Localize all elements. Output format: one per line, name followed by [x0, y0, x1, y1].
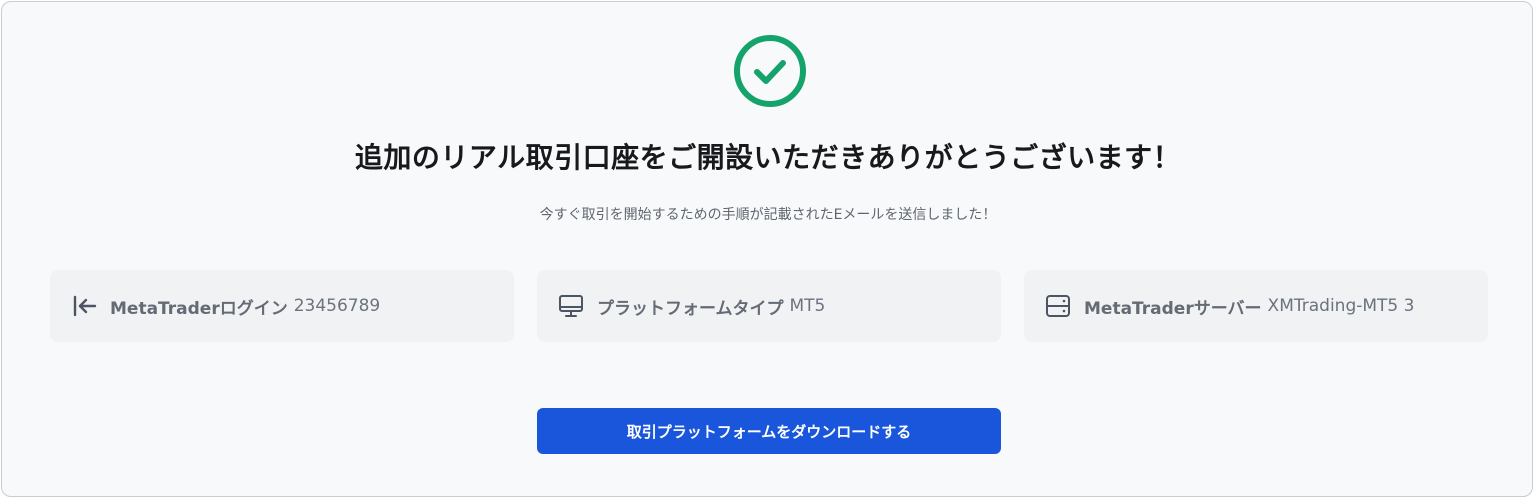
page-title: 追加のリアル取引口座をご開設いただきありがとうございます！: [354, 141, 1182, 174]
info-box-server: MetaTraderサーバー XMTrading-MT5 3: [1024, 270, 1488, 342]
server-label: MetaTraderサーバー: [1084, 298, 1262, 319]
info-box-login: MetaTraderログイン 23456789: [50, 270, 514, 342]
server-icon: [1044, 292, 1072, 320]
platform-value: MT5: [789, 296, 826, 316]
platform-label: プラットフォームタイプ: [597, 298, 784, 319]
download-platform-button[interactable]: 取引プラットフォームをダウンロードする: [537, 408, 1001, 454]
success-card: 追加のリアル取引口座をご開設いただきありがとうございます！ 今すぐ取引を開始する…: [1, 1, 1533, 497]
desktop-monitor-icon: [557, 292, 585, 320]
login-value: 23456789: [293, 296, 381, 316]
page-subtitle: 今すぐ取引を開始するための手順が記載されたEメールを送信しました！: [539, 207, 997, 223]
login-label: MetaTraderログイン: [110, 298, 288, 319]
check-circle-icon: [733, 34, 807, 108]
info-box-platform: プラットフォームタイプ MT5: [537, 270, 1001, 342]
server-value: XMTrading-MT5 3: [1267, 296, 1415, 316]
login-arrow-icon: [70, 292, 98, 320]
